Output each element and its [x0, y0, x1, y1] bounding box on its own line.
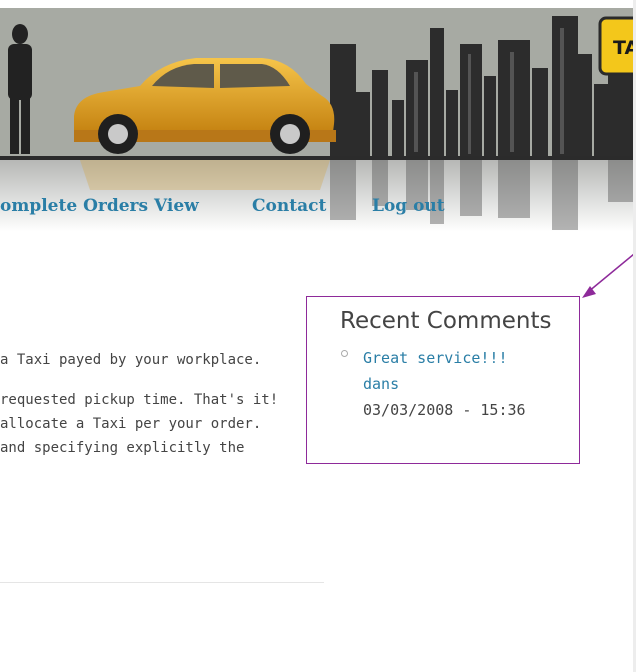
content-line: a Taxi payed by your workplace.	[0, 352, 262, 368]
content-line: requested pickup time. That's it!	[0, 392, 279, 408]
bullet-icon	[341, 350, 348, 357]
comment-author-link[interactable]: dans	[363, 375, 399, 393]
nav-complete-orders-view[interactable]: omplete Orders View	[0, 196, 199, 216]
comment-link[interactable]: Great service!!!	[363, 349, 508, 367]
taxi-sign-icon: TA	[598, 16, 636, 76]
comment-date: 03/03/2008 - 15:36	[363, 401, 526, 419]
main-nav: omplete Orders View Contact Log out	[0, 196, 636, 226]
nav-contact[interactable]: Contact	[252, 196, 326, 216]
content-line: allocate a Taxi per your order.	[0, 416, 262, 432]
content-divider	[0, 582, 324, 583]
recent-comments-title: Recent Comments	[340, 308, 552, 334]
main-content-text: a Taxi payed by your workplace. requeste…	[0, 348, 300, 460]
nav-log-out[interactable]: Log out	[372, 196, 445, 216]
content-line: and specifying explicitly the	[0, 440, 245, 456]
